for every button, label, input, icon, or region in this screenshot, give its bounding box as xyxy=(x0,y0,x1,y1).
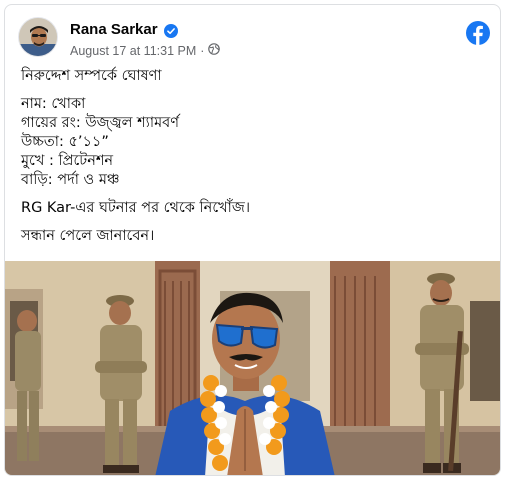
post-body: নিরুদ্দেশ সম্পর্কে ঘোষণা নাম: খোকা গায়ে… xyxy=(21,67,488,246)
post-photo[interactable] xyxy=(5,261,500,475)
post-line-home: বাড়ি: পর্দা ও মঞ্চ xyxy=(21,172,120,188)
post-meta: August 17 at 11:31 PM · xyxy=(70,43,221,58)
author-name[interactable]: Rana Sarkar xyxy=(70,21,158,38)
post-line-complexion: গায়ের রং: উজ্জ্বল শ্যামবর্ণ xyxy=(21,115,179,131)
post-line-face: মুখে : প্রিটেনশন xyxy=(21,153,114,169)
facebook-post-card: Rana Sarkar August 17 at 11:31 PM · নিরু… xyxy=(4,4,501,476)
globe-icon[interactable] xyxy=(208,43,221,58)
facebook-logo-icon[interactable] xyxy=(466,21,490,45)
post-line-height: উচ্চতা: ৫’১১” xyxy=(21,134,109,150)
post-header: Rana Sarkar August 17 at 11:31 PM · xyxy=(18,17,490,63)
post-line-contact: সন্ধান পেলে জানাবেন। xyxy=(21,228,155,244)
author-avatar[interactable] xyxy=(18,17,58,57)
post-timestamp[interactable]: August 17 at 11:31 PM xyxy=(70,44,196,58)
post-heading: নিরুদ্দেশ সম্পর্কে ঘোষণা xyxy=(21,68,162,84)
author-name-row: Rana Sarkar xyxy=(70,21,178,38)
post-line-name: নাম: খোকা xyxy=(21,96,86,112)
verified-badge-icon xyxy=(163,23,178,38)
post-line-missing: RG Kar-এর ঘটনার পর থেকে নিখোঁজ। xyxy=(21,200,251,216)
meta-separator: · xyxy=(200,43,205,58)
